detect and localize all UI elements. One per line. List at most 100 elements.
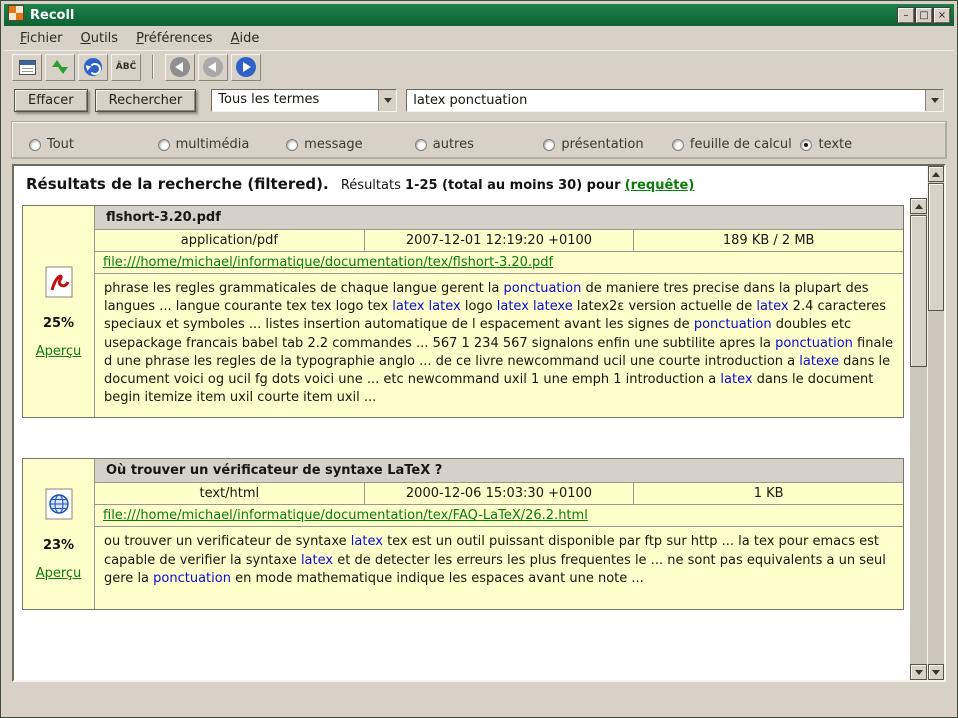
pdf-icon bbox=[44, 265, 74, 303]
scroll-down-button[interactable] bbox=[928, 664, 944, 680]
scrollbar-track[interactable] bbox=[910, 214, 927, 664]
history-button[interactable] bbox=[78, 54, 108, 81]
filter-message[interactable]: message bbox=[286, 132, 415, 157]
filter-label: message bbox=[304, 137, 362, 152]
arrow-down-icon bbox=[915, 670, 923, 675]
radio-icon[interactable] bbox=[29, 139, 41, 151]
preview-link[interactable]: Aperçu bbox=[36, 344, 82, 359]
filter-label: multimédia bbox=[176, 137, 250, 152]
result-item: 23% Aperçu Où trouver un vérificateur de… bbox=[22, 458, 904, 610]
recoll-window: Recoll – □ × Fichier Outils Préférences … bbox=[0, 0, 958, 718]
results-stats-prefix: Résultats bbox=[341, 178, 401, 193]
result-meta-row: text/html 2000-12-06 15:03:30 +0100 1 KB bbox=[95, 483, 903, 505]
results-list: 25% Aperçu flshort-3.20.pdf application/… bbox=[14, 198, 910, 680]
document-table-icon bbox=[19, 60, 36, 75]
menu-fichier[interactable]: Fichier bbox=[12, 29, 71, 48]
circular-arrow-icon bbox=[84, 58, 102, 76]
result-url-link[interactable]: file:///home/michael/informatique/docume… bbox=[103, 508, 588, 523]
chevron-down-icon bbox=[384, 98, 392, 103]
scrollbar-thumb[interactable] bbox=[910, 215, 927, 367]
menu-aide[interactable]: Aide bbox=[223, 29, 268, 48]
result-mimetype: application/pdf bbox=[95, 230, 365, 251]
filter-label: Tout bbox=[47, 137, 74, 152]
inner-vertical-scrollbar[interactable] bbox=[910, 198, 927, 680]
radio-icon[interactable] bbox=[543, 139, 555, 151]
radio-icon[interactable] bbox=[800, 139, 812, 151]
arrow-down-icon bbox=[932, 670, 940, 675]
menubar: Fichier Outils Préférences Aide bbox=[4, 26, 954, 50]
result-snippet: ou trouver un verificateur de syntaxe la… bbox=[95, 527, 903, 609]
filter-label: autres bbox=[433, 137, 474, 152]
forward-arrow-icon bbox=[236, 57, 256, 77]
search-input[interactable] bbox=[407, 90, 925, 111]
filter-feuille-de-calcul[interactable]: feuille de calcul bbox=[672, 132, 801, 157]
results-stats: 1-25 (total au moins 30) pour bbox=[405, 178, 621, 193]
minimize-button[interactable]: – bbox=[898, 8, 914, 23]
outer-vertical-scrollbar[interactable] bbox=[927, 166, 944, 680]
filter-multimedia[interactable]: multimédia bbox=[158, 132, 287, 157]
result-item: 25% Aperçu flshort-3.20.pdf application/… bbox=[22, 205, 904, 418]
maximize-button[interactable]: □ bbox=[916, 8, 932, 23]
result-date: 2007-12-01 12:19:20 +0100 bbox=[365, 230, 635, 251]
category-filter-panel: Tout multimédia message autres présentat… bbox=[12, 122, 946, 158]
window-title: Recoll bbox=[30, 8, 892, 23]
radio-icon[interactable] bbox=[415, 139, 427, 151]
back-arrow-icon bbox=[203, 57, 223, 77]
scroll-down-button[interactable] bbox=[910, 664, 927, 680]
results-area: Résultats de la recherche (filtered). Ré… bbox=[12, 164, 946, 682]
clear-button[interactable]: Effacer bbox=[14, 89, 88, 112]
close-button[interactable]: × bbox=[934, 8, 950, 23]
status-bar bbox=[4, 682, 954, 714]
scrollbar-track[interactable] bbox=[928, 182, 944, 664]
radio-icon[interactable] bbox=[158, 139, 170, 151]
result-meta-row: application/pdf 2007-12-01 12:19:20 +010… bbox=[95, 230, 903, 252]
back-arrow-icon bbox=[170, 57, 190, 77]
scrollbar-thumb[interactable] bbox=[928, 183, 944, 311]
result-snippet: phrase les regles grammaticales de chaqu… bbox=[95, 274, 903, 417]
search-mode-combobox[interactable]: Tous les termes bbox=[211, 89, 397, 112]
next-page-button[interactable] bbox=[231, 54, 261, 81]
filter-tout[interactable]: Tout bbox=[29, 132, 158, 157]
radio-icon[interactable] bbox=[286, 139, 298, 151]
radio-icon[interactable] bbox=[672, 139, 684, 151]
filter-label: texte bbox=[818, 137, 852, 152]
filter-texte[interactable]: texte bbox=[800, 132, 929, 157]
results-header: Résultats de la recherche (filtered). Ré… bbox=[14, 166, 927, 198]
titlebar[interactable]: Recoll – □ × bbox=[4, 4, 954, 26]
menu-preferences[interactable]: Préférences bbox=[128, 29, 220, 48]
results-title: Résultats de la recherche (filtered). bbox=[26, 175, 329, 193]
query-link[interactable]: (requête) bbox=[625, 178, 695, 193]
toolbar-separator bbox=[152, 55, 154, 79]
result-date: 2000-12-06 15:03:30 +0100 bbox=[365, 483, 635, 504]
result-size: 1 KB bbox=[634, 483, 903, 504]
filter-label: présentation bbox=[561, 137, 643, 152]
combo-dropdown-button[interactable] bbox=[378, 90, 396, 111]
filter-autres[interactable]: autres bbox=[415, 132, 544, 157]
recoll-app-icon bbox=[8, 5, 24, 25]
relevance-score: 25% bbox=[43, 316, 74, 331]
search-bar: Effacer Rechercher Tous les termes bbox=[4, 83, 954, 120]
first-page-button[interactable] bbox=[165, 54, 195, 81]
result-side-panel: 25% Aperçu bbox=[23, 206, 95, 417]
search-button[interactable]: Rechercher bbox=[95, 89, 197, 112]
previous-page-button[interactable] bbox=[198, 54, 228, 81]
result-mimetype: text/html bbox=[95, 483, 365, 504]
term-explorer-button[interactable]: ÂBĈ bbox=[111, 54, 141, 81]
html-globe-icon bbox=[44, 487, 74, 525]
toolbar: ÂBĈ bbox=[4, 50, 954, 83]
result-url-link[interactable]: file:///home/michael/informatique/docume… bbox=[103, 255, 553, 270]
menu-outils[interactable]: Outils bbox=[73, 29, 127, 48]
scroll-up-button[interactable] bbox=[910, 198, 927, 214]
chevron-down-icon bbox=[931, 98, 939, 103]
update-index-button[interactable] bbox=[45, 54, 75, 81]
clear-list-button[interactable] bbox=[12, 54, 42, 81]
filter-label: feuille de calcul bbox=[690, 137, 792, 152]
arrow-up-icon bbox=[932, 172, 940, 177]
query-dropdown-button[interactable] bbox=[925, 90, 943, 111]
preview-link[interactable]: Aperçu bbox=[36, 566, 82, 581]
scroll-up-button[interactable] bbox=[928, 166, 944, 182]
relevance-score: 23% bbox=[43, 538, 74, 553]
filter-presentation[interactable]: présentation bbox=[543, 132, 672, 157]
result-side-panel: 23% Aperçu bbox=[23, 459, 95, 609]
query-combobox[interactable] bbox=[406, 89, 944, 112]
